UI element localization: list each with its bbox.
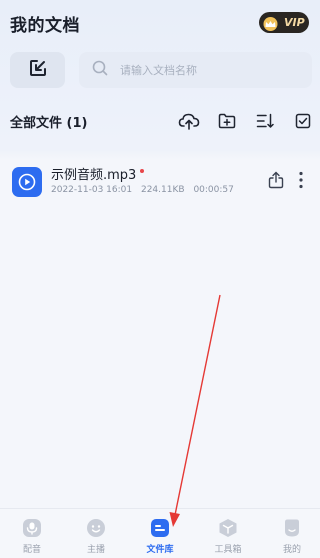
page-title: 我的文档 [10, 16, 80, 36]
profile-icon [281, 517, 303, 539]
file-size: 224.11KB [140, 185, 185, 195]
new-folder-icon[interactable] [216, 110, 238, 132]
multi-select-icon[interactable] [292, 110, 314, 132]
file-name-text: 示例音频.mp3 [51, 168, 137, 183]
nav-item-toolbox[interactable]: 工具箱 [196, 509, 260, 558]
new-indicator-dot [140, 169, 145, 173]
dubbing-icon [21, 517, 43, 539]
file-date: 2022-11-03 16:01 [51, 185, 133, 195]
sort-icon[interactable] [254, 110, 276, 132]
nav-label: 主播 [86, 545, 105, 555]
top-bar: 我的文档 VIP [0, 0, 320, 46]
file-meta: 2022-11-03 16:01 224.11KB 00:00:57 [51, 185, 240, 195]
cloud-upload-icon[interactable] [178, 110, 200, 132]
import-file-button[interactable] [10, 52, 65, 88]
share-button[interactable] [266, 171, 286, 193]
nav-item-dubbing[interactable]: 配音 [0, 509, 64, 558]
nav-label: 工具箱 [214, 545, 242, 555]
search-placeholder: 请输入文档名称 [120, 64, 197, 77]
nav-label: 文件库 [146, 545, 174, 555]
nav-item-profile[interactable]: 我的 [260, 509, 320, 558]
toolbox-icon [217, 517, 239, 539]
crown-icon [262, 16, 279, 31]
anchor-icon [85, 517, 107, 539]
nav-item-file-library[interactable]: 文件库 [128, 509, 192, 558]
file-name: 示例音频.mp3 [51, 164, 145, 183]
vip-label: VIP [284, 16, 305, 29]
file-toolbar [178, 110, 318, 132]
file-list-item[interactable]: 示例音频.mp3 2022-11-03 16:01 224.11KB 00:00… [0, 160, 320, 204]
file-duration: 00:00:57 [193, 185, 234, 195]
audio-file-icon [12, 167, 42, 197]
bottom-nav: 配音 主播 文件库 工具箱 我的 [0, 508, 320, 558]
nav-item-anchor[interactable]: 主播 [64, 509, 128, 558]
share-icon [268, 171, 284, 193]
vip-badge[interactable]: VIP [259, 12, 309, 33]
search-icon [92, 60, 108, 80]
more-vertical-icon [299, 171, 303, 193]
nav-label: 我的 [282, 545, 301, 555]
file-library-icon [149, 517, 171, 539]
file-section-title: 全部文件 (1) [10, 116, 88, 131]
import-icon [28, 58, 48, 82]
search-input[interactable]: 请输入文档名称 [79, 52, 312, 88]
more-options-button[interactable] [294, 171, 308, 193]
nav-label: 配音 [22, 545, 41, 555]
